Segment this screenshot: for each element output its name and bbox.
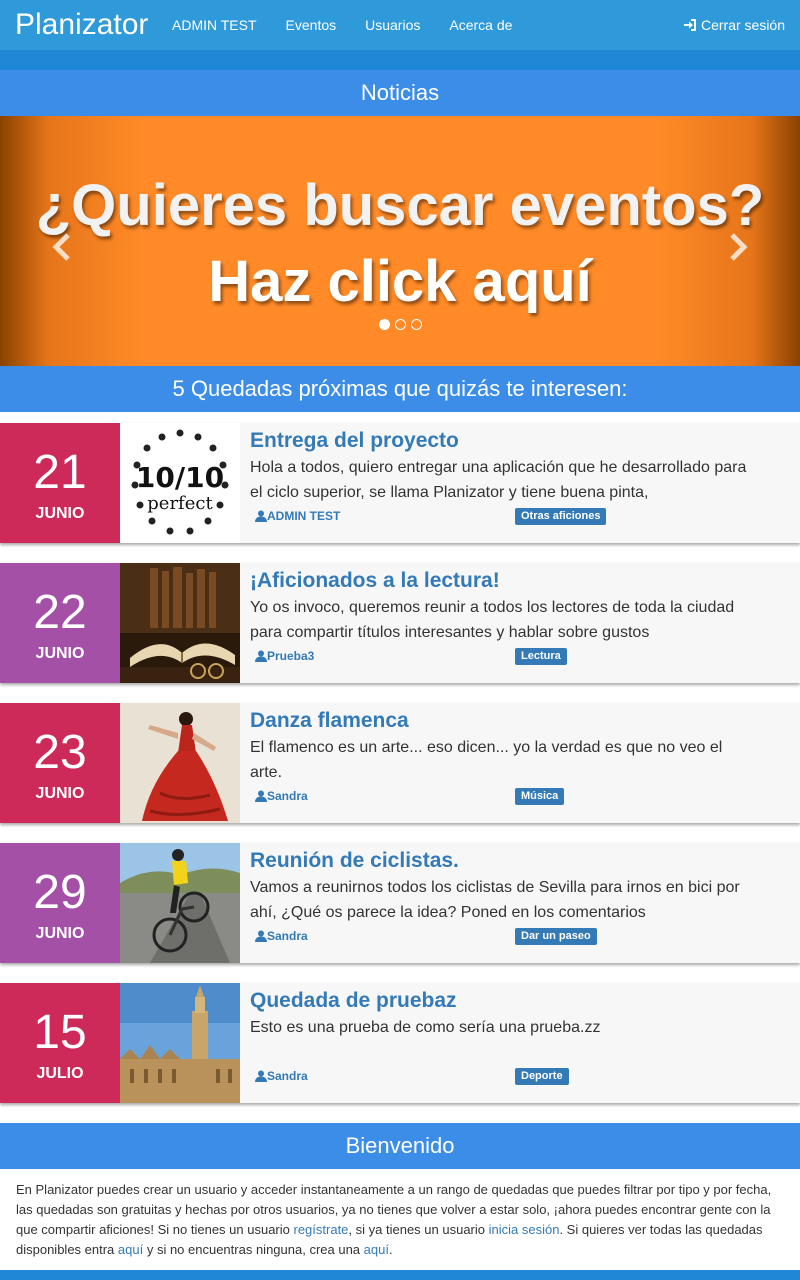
carousel-headline: ¿Quieres buscar eventos? <box>35 173 765 238</box>
svg-text:10/10: 10/10 <box>136 461 224 494</box>
brand-logo[interactable]: Planizator <box>0 0 172 50</box>
nav-item-admin[interactable]: ADMIN TEST <box>172 0 257 50</box>
logout-label: Cerrar sesión <box>700 17 785 33</box>
svg-text:perfect: perfect <box>147 493 213 514</box>
welcome-text-2: , si ya tienes un usuario <box>348 1222 489 1237</box>
user-icon <box>255 510 267 522</box>
event-description: El flamenco es un arte... eso dicen... y… <box>250 739 723 781</box>
user-icon <box>255 650 267 662</box>
event-title[interactable]: Reunión de ciclistas. <box>250 849 459 873</box>
event-day: 29 <box>33 866 87 919</box>
nav-item-eventos[interactable]: Eventos <box>286 0 337 50</box>
log-in-icon <box>683 18 697 32</box>
event-month: JUNIO <box>35 785 85 802</box>
event-card[interactable]: 21 JUNIO 10/10 perfect Entrega del proye… <box>0 423 800 543</box>
event-card[interactable]: 29 JUNIO Reunión de ciclistas. Vamos a r… <box>0 843 800 963</box>
news-carousel[interactable]: ¿Quieres buscar eventos? Haz click aquí <box>0 116 800 366</box>
navbar: Planizator ADMIN TEST Eventos Usuarios A… <box>0 0 800 50</box>
event-image-10-10-perfect[interactable]: 10/10 perfect <box>120 423 240 543</box>
event-card[interactable]: 23 JUNIO Danza flamenca El flamenco es u… <box>0 703 800 823</box>
event-day: 15 <box>33 1006 87 1059</box>
event-user: Sandra <box>267 929 308 943</box>
user-icon <box>255 930 267 942</box>
category-badge[interactable]: Dar un paseo <box>515 928 597 945</box>
event-description: Esto es una prueba de como sería una pru… <box>250 1019 601 1036</box>
event-description: Yo os invoco, queremos reunir a todos lo… <box>250 599 735 641</box>
event-title[interactable]: Entrega del proyecto <box>250 429 459 453</box>
event-image-books[interactable] <box>120 563 240 683</box>
upcoming-heading: 5 Quedadas próximas que quizás te intere… <box>0 366 800 412</box>
event-date: 22 JUNIO <box>0 563 120 683</box>
event-user-link[interactable]: ADMIN TEST <box>255 509 340 523</box>
event-title[interactable]: Danza flamenca <box>250 709 409 733</box>
carousel-indicator-3[interactable] <box>411 319 422 330</box>
event-user: Sandra <box>267 789 308 803</box>
user-icon <box>255 790 267 802</box>
register-link[interactable]: regístrate <box>294 1222 349 1237</box>
event-card[interactable]: 15 JULIO Quedada de pruebaz Esto es una … <box>0 983 800 1103</box>
welcome-text-5: . <box>388 1242 393 1257</box>
nav-item-usuarios[interactable]: Usuarios <box>365 0 420 50</box>
event-description: Hola a todos, quiero entregar una aplica… <box>250 459 747 501</box>
category-badge[interactable]: Otras aficiones <box>515 508 607 525</box>
category-badge[interactable]: Lectura <box>515 648 567 665</box>
event-user-link[interactable]: Prueba3 <box>255 649 314 663</box>
category-badge[interactable]: Música <box>515 788 565 805</box>
event-card[interactable]: 22 JUNIO ¡Aficionados a la lectura! Yo o… <box>0 563 800 683</box>
nav-item-acerca-de[interactable]: Acerca de <box>449 0 512 50</box>
logout-link[interactable]: Cerrar sesión <box>683 0 785 50</box>
event-date: 29 JUNIO <box>0 843 120 963</box>
chevron-left-icon[interactable] <box>50 232 74 262</box>
event-user: ADMIN TEST <box>267 509 341 523</box>
carousel-indicator-2[interactable] <box>395 319 406 330</box>
event-month: JUNIO <box>35 645 85 662</box>
event-date: 21 JUNIO <box>0 423 120 543</box>
user-icon <box>255 1070 267 1082</box>
event-title[interactable]: ¡Aficionados a la lectura! <box>250 569 500 593</box>
event-user-link[interactable]: Sandra <box>255 1069 308 1083</box>
carousel-subheadline: Haz click aquí <box>208 249 592 314</box>
welcome-text-4: y si no encuentras ninguna, crea una <box>143 1242 364 1257</box>
event-user: Prueba3 <box>267 649 315 663</box>
event-description: Vamos a reunirnos todos los ciclistas de… <box>250 879 740 921</box>
welcome-heading: Bienvenido <box>0 1123 800 1169</box>
event-image-flamenco[interactable] <box>120 703 240 823</box>
event-month: JULIO <box>36 1065 84 1082</box>
event-month: JUNIO <box>35 505 85 522</box>
all-events-link[interactable]: aquí <box>118 1242 143 1257</box>
news-heading: Noticias <box>0 70 800 116</box>
event-title[interactable]: Quedada de pruebaz <box>250 989 457 1013</box>
event-day: 21 <box>33 446 87 499</box>
event-user-link[interactable]: Sandra <box>255 929 308 943</box>
welcome-paragraph: En Planizator puedes crear un usuario y … <box>16 1180 786 1260</box>
category-badge[interactable]: Deporte <box>515 1068 569 1085</box>
event-image-cathedral[interactable] <box>120 983 240 1103</box>
event-user-link[interactable]: Sandra <box>255 789 308 803</box>
event-day: 22 <box>33 586 87 639</box>
event-day: 23 <box>33 726 87 779</box>
event-month: JUNIO <box>35 925 85 942</box>
event-image-cyclist[interactable] <box>120 843 240 963</box>
event-user: Sandra <box>267 1069 308 1083</box>
main-panel: Noticias ¿Quieres buscar eventos? Haz cl… <box>0 70 800 1270</box>
create-event-link[interactable]: aquí <box>364 1242 389 1257</box>
login-link[interactable]: inicia sesión <box>489 1222 560 1237</box>
event-date: 15 JULIO <box>0 983 120 1103</box>
event-date: 23 JUNIO <box>0 703 120 823</box>
chevron-right-icon[interactable] <box>726 232 750 262</box>
carousel-indicator-1[interactable] <box>379 319 390 330</box>
